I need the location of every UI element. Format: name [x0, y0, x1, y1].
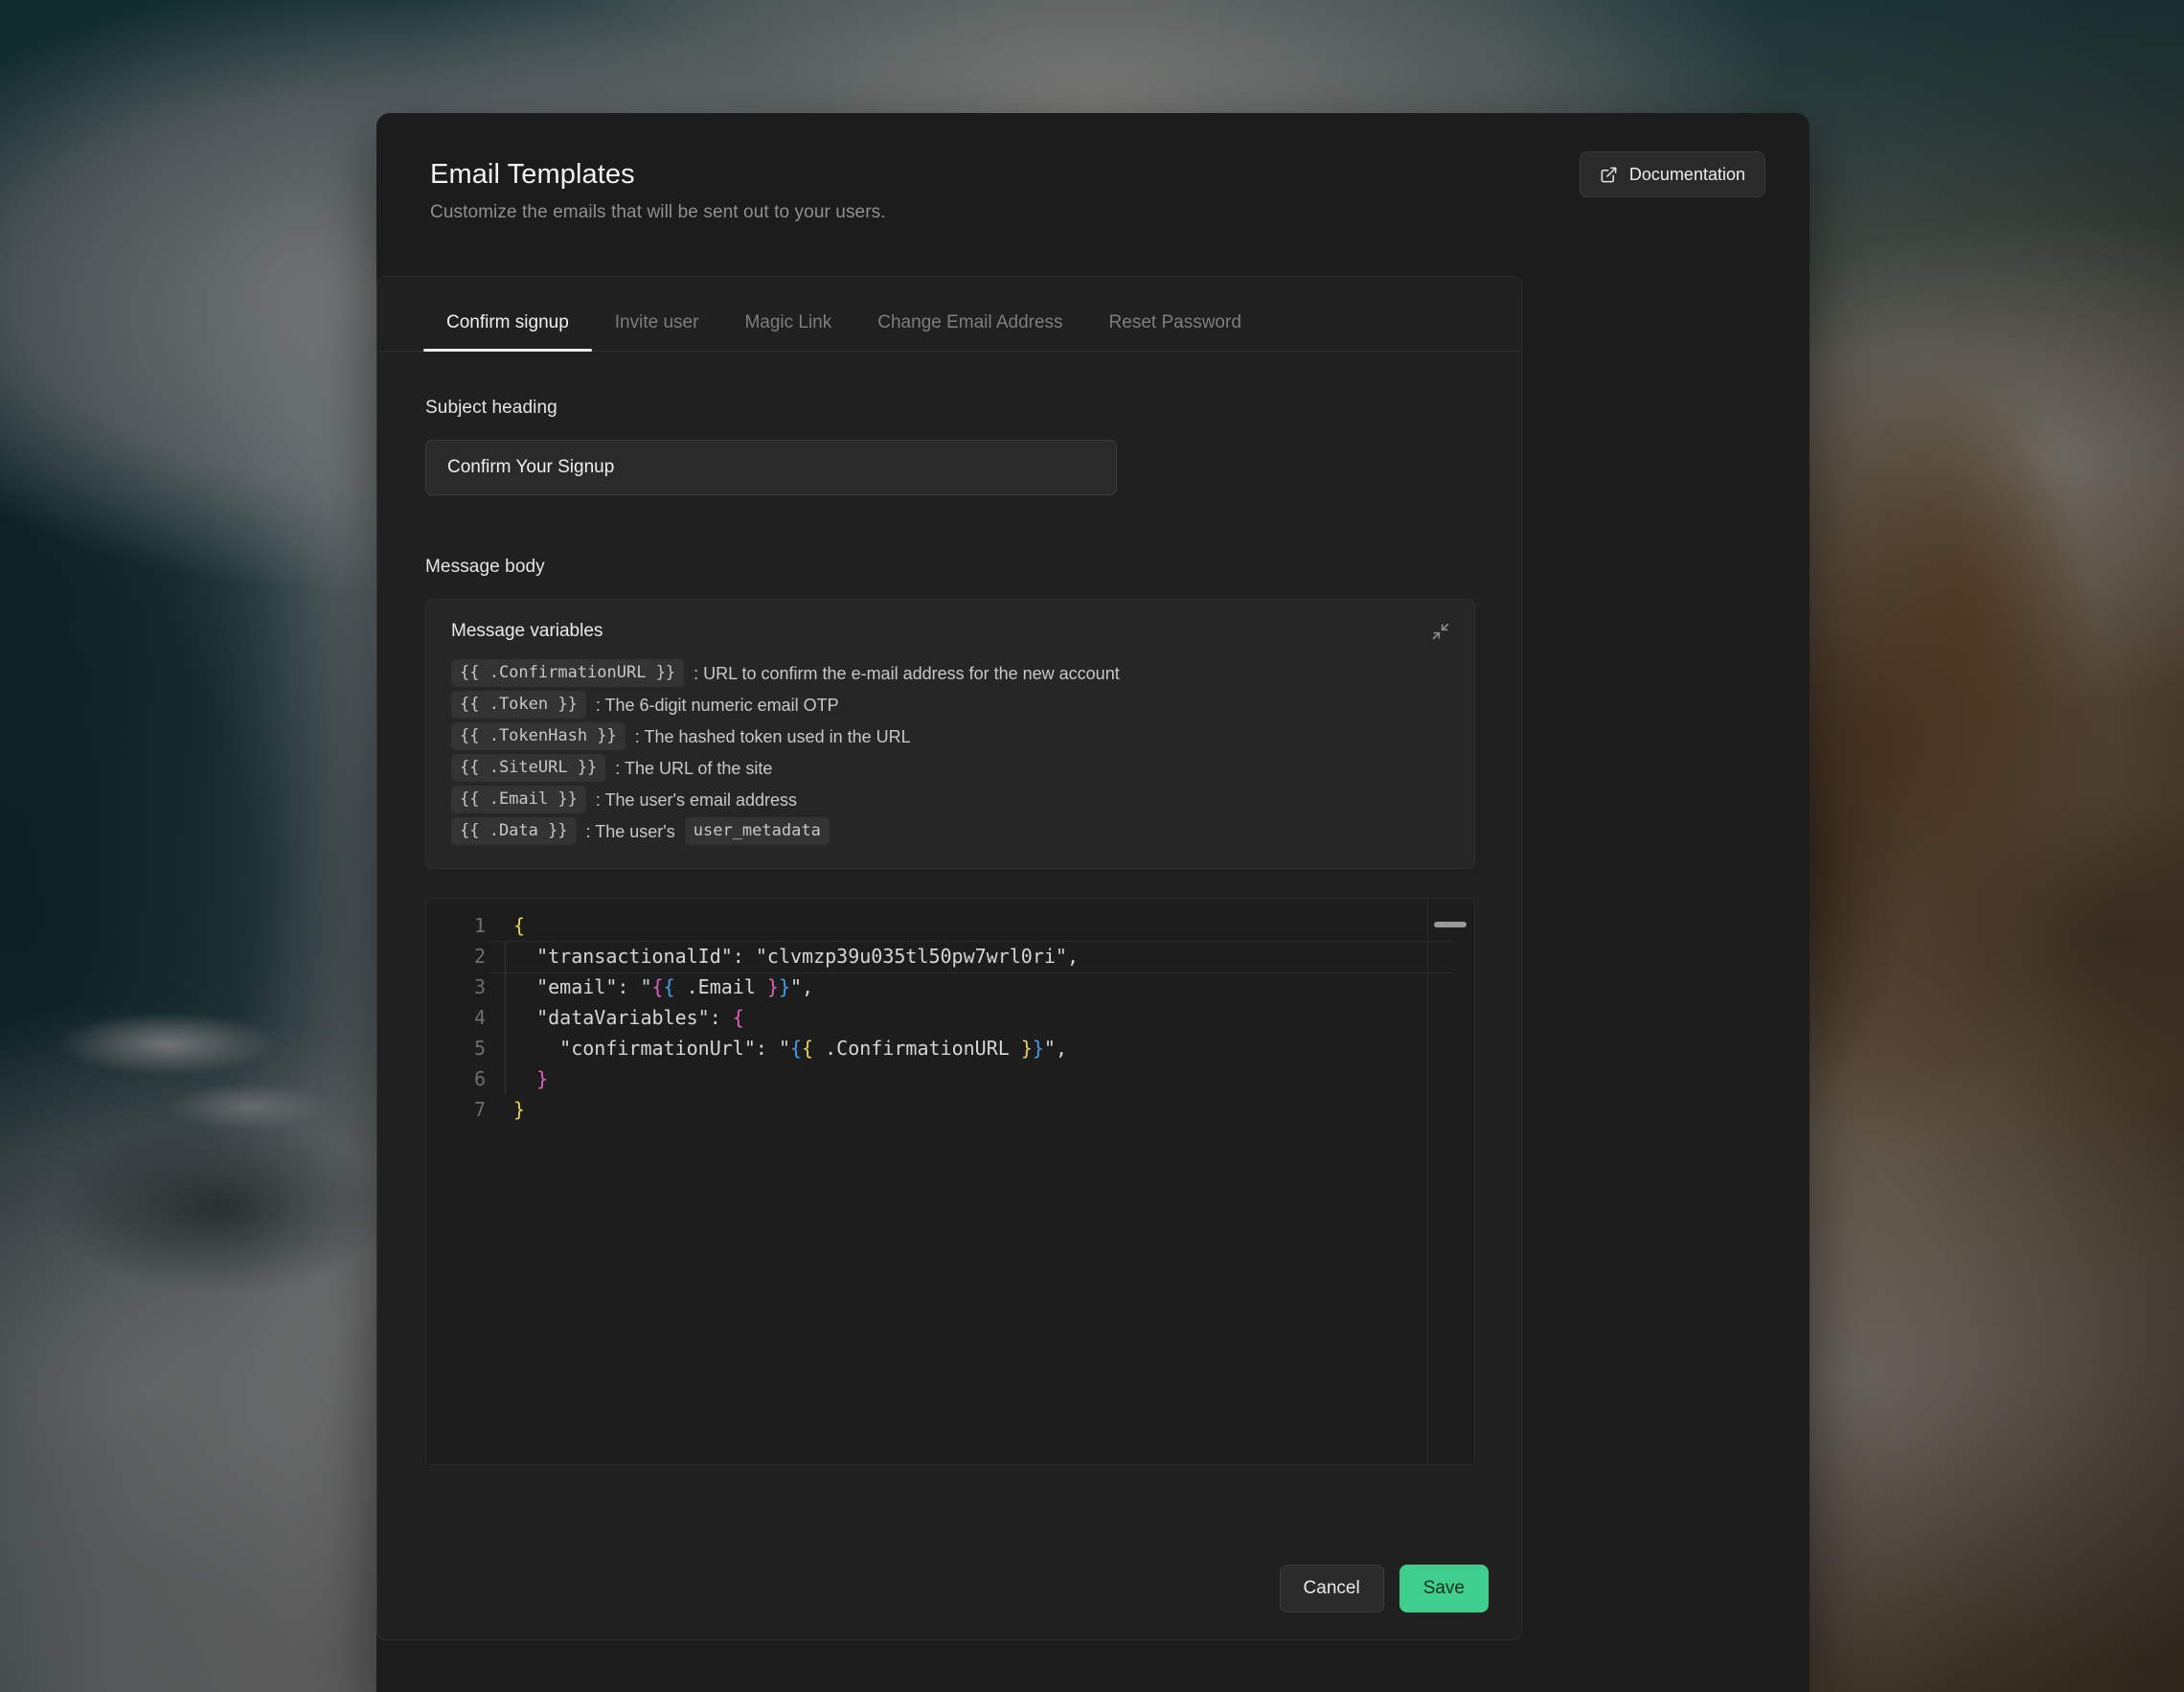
variable-description: : The hashed token used in the URL — [634, 726, 911, 746]
editor-line: 4 "dataVariables": { — [426, 1002, 1474, 1033]
code-token: { — [732, 1006, 744, 1029]
page-title: Email Templates — [430, 159, 635, 190]
message-body-code-editor[interactable]: 1{2 "transactionalId": "clvmzp39u035tl50… — [425, 898, 1475, 1465]
variable-description: : The user's — [585, 821, 675, 841]
card-body: Subject heading Confirm Your Signup Mess… — [377, 352, 1521, 1465]
code-token: .Email — [674, 975, 767, 998]
message-variable-row: {{ .TokenHash }} : The hashed token used … — [451, 722, 1449, 750]
code-token: "transactionalId": "clvmzp39u035tl50pw7w… — [513, 945, 1080, 968]
tab-label: Reset Password — [1108, 312, 1241, 332]
message-variables-list: {{ .ConfirmationURL }} : URL to confirm t… — [451, 659, 1449, 845]
cancel-button[interactable]: Cancel — [1279, 1565, 1384, 1612]
collapse-icon[interactable] — [1426, 617, 1455, 646]
variable-description: : The URL of the site — [615, 758, 773, 778]
editor-line: 2 "transactionalId": "clvmzp39u035tl50pw… — [426, 941, 1474, 973]
code-token: { — [789, 1037, 803, 1060]
save-button[interactable]: Save — [1399, 1565, 1489, 1612]
variable-description-token: user_metadata — [684, 817, 830, 845]
line-number: 2 — [473, 945, 486, 968]
code-token: "dataVariables": — [513, 1006, 733, 1029]
code-token: } — [1020, 1037, 1033, 1060]
code-token: } — [513, 1098, 526, 1121]
code-token: "confirmationUrl": " — [513, 1037, 790, 1060]
page-subtitle: Customize the emails that will be sent o… — [430, 202, 886, 222]
tab-confirm-signup[interactable]: Confirm signup — [423, 312, 592, 352]
template-tabs: Confirm signup Invite user Magic Link Chang… — [377, 277, 1521, 352]
documentation-button[interactable]: Documentation — [1579, 151, 1765, 197]
line-code: { — [506, 910, 525, 941]
code-token: } — [536, 1067, 549, 1090]
editor-line: 6 } — [426, 1063, 1474, 1094]
variable-description: : The user's email address — [595, 789, 798, 810]
editor-line: 7} — [426, 1094, 1474, 1125]
documentation-label: Documentation — [1628, 164, 1745, 184]
tab-label: Confirm signup — [446, 312, 569, 332]
message-variable-row: {{ .Email }} : The user's email address — [451, 786, 1449, 813]
variable-token: {{ .Token }} — [451, 691, 586, 719]
line-code: "confirmationUrl": "{{ .ConfirmationURL … — [506, 1033, 1067, 1063]
line-number: 4 — [473, 1006, 486, 1029]
tab-label: Invite user — [614, 312, 699, 332]
code-token: { — [663, 975, 675, 998]
line-code: "email": "{{ .Email }}", — [506, 972, 813, 1002]
tab-label: Change Email Address — [877, 312, 1063, 332]
editor-lines: 1{2 "transactionalId": "clvmzp39u035tl50… — [426, 910, 1474, 1125]
line-code: } — [506, 1094, 525, 1125]
editor-line: 3 "email": "{{ .Email }}", — [426, 972, 1474, 1002]
code-token: } — [778, 975, 791, 998]
subject-heading-input[interactable]: Confirm Your Signup — [425, 440, 1117, 495]
code-token: .ConfirmationURL — [813, 1037, 1021, 1060]
line-number: 6 — [473, 1067, 486, 1090]
card-footer: Cancel Save — [1279, 1565, 1489, 1612]
line-number: 7 — [473, 1098, 486, 1121]
message-variable-row: {{ .Token }} : The 6-digit numeric email … — [451, 691, 1449, 719]
variable-token: {{ .Data }} — [451, 817, 577, 845]
variable-description: : The 6-digit numeric email OTP — [595, 695, 839, 715]
tab-label: Magic Link — [744, 312, 832, 332]
code-token: { — [802, 1037, 814, 1060]
message-variable-row: {{ .SiteURL }} : The URL of the site — [451, 754, 1449, 782]
variable-token: {{ .TokenHash }} — [451, 722, 626, 750]
tab-invite-user[interactable]: Invite user — [592, 312, 722, 351]
variable-token: {{ .Email }} — [451, 786, 586, 813]
dialog-header: Email Templates Customize the emails tha… — [376, 113, 1809, 223]
code-token: } — [1032, 1037, 1044, 1060]
tab-reset-password[interactable]: Reset Password — [1086, 312, 1264, 351]
editor-line: 5 "confirmationUrl": "{{ .ConfirmationUR… — [426, 1033, 1474, 1063]
code-token: ", — [1043, 1037, 1068, 1060]
editor-line: 1{ — [426, 910, 1474, 941]
variable-description: : URL to confirm the e-mail address for … — [694, 663, 1120, 683]
code-token: "email": " — [513, 975, 652, 998]
message-variable-row: {{ .Data }} : The user's user_metadata — [451, 817, 1449, 845]
code-token: ", — [790, 975, 814, 998]
code-token: { — [513, 914, 526, 937]
message-variable-row: {{ .ConfirmationURL }} : URL to confirm t… — [451, 659, 1449, 687]
message-variables-panel: Message variables {{ .ConfirmationURL }}… — [425, 599, 1475, 869]
line-number: 1 — [473, 914, 486, 937]
message-body-label: Message body — [425, 557, 545, 577]
line-number: 3 — [473, 975, 486, 998]
variable-token: {{ .SiteURL }} — [451, 754, 606, 782]
message-variables-title: Message variables — [451, 621, 603, 641]
code-token: { — [651, 975, 664, 998]
tab-change-email-address[interactable]: Change Email Address — [854, 312, 1085, 351]
template-editor-card: Confirm signup Invite user Magic Link Chang… — [376, 276, 1522, 1640]
line-number: 5 — [473, 1037, 486, 1060]
subject-heading-label: Subject heading — [425, 398, 557, 418]
line-code: } — [506, 1063, 548, 1094]
line-code: "dataVariables": { — [506, 1002, 744, 1033]
external-link-icon — [1600, 166, 1618, 184]
code-token: } — [766, 975, 779, 998]
line-code: "transactionalId": "clvmzp39u035tl50pw7w… — [506, 941, 1079, 972]
variable-token: {{ .ConfirmationURL }} — [451, 659, 685, 687]
tab-magic-link[interactable]: Magic Link — [721, 312, 854, 351]
